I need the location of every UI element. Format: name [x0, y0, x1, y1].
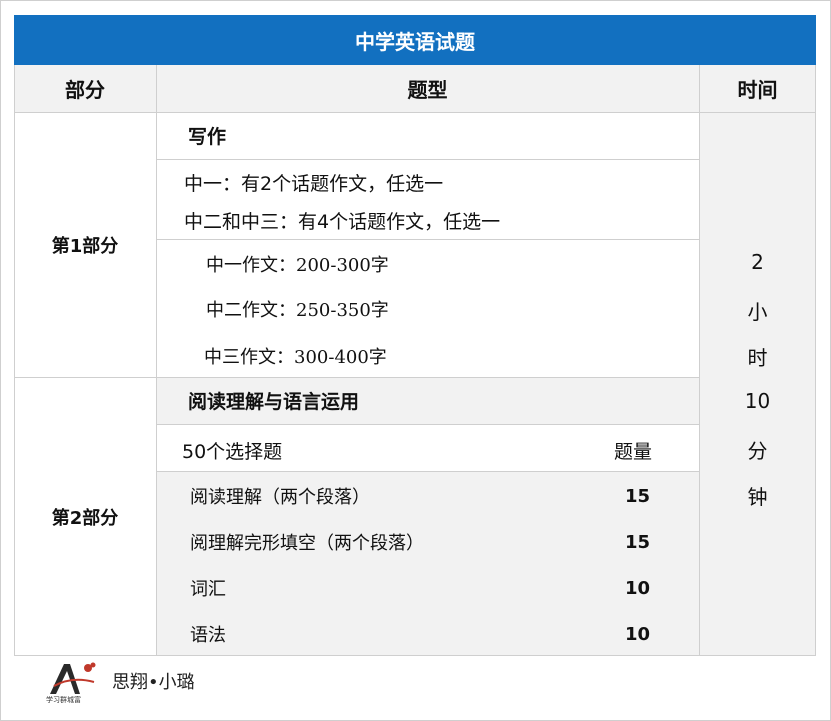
- time-char: 分: [747, 439, 768, 463]
- time-char: 2: [751, 250, 764, 274]
- grid-line: [14, 377, 699, 378]
- question-type-qty: 15: [625, 531, 651, 553]
- grid-line: [699, 65, 700, 656]
- grid-line: [815, 65, 816, 656]
- grid-line: [156, 471, 699, 472]
- time-char: 10: [744, 389, 771, 413]
- part1-length: 中一作文：200-300字: [206, 255, 389, 276]
- part1-section-title: 写作: [188, 126, 227, 148]
- part2-section-title: 阅读理解与语言运用: [188, 391, 360, 413]
- header-part: 部分: [14, 65, 156, 112]
- part1-rule: 中一：有2个话题作文，任选一: [184, 172, 444, 195]
- part2-subheader-label: 50个选择题: [182, 440, 283, 463]
- grid-line: [156, 424, 699, 425]
- question-type-name: 阅读理解（两个段落）: [190, 487, 370, 508]
- part1-rule: 中二和中三：有4个话题作文，任选一: [184, 210, 501, 233]
- header-type: 题型: [156, 65, 699, 112]
- time-char: 钟: [747, 485, 768, 509]
- time-column: 2 小 时 10 分 钟: [699, 112, 816, 656]
- grid-line: [156, 159, 699, 160]
- grid-line: [156, 239, 699, 240]
- question-type-qty: 15: [625, 485, 651, 507]
- logo-icon: 学习群城富: [46, 662, 96, 704]
- part2-subheader-qty: 题量: [614, 440, 653, 463]
- grid-line: [14, 112, 816, 113]
- question-type-name: 阅理解完形填空（两个段落）: [190, 533, 424, 554]
- part1-length: 中二作文：250-350字: [206, 300, 389, 321]
- header-time: 时间: [699, 65, 816, 112]
- question-type-name: 语法: [190, 625, 226, 646]
- question-type-qty: 10: [625, 623, 651, 645]
- part1-length: 中三作文：300-400字: [204, 347, 387, 368]
- exam-table: 中学英语试题 部分 题型 时间 第1部分 第2部分 写作 中一：有2个话题作文，…: [14, 15, 816, 656]
- signature: 思翔•小璐: [112, 672, 195, 693]
- question-type-name: 词汇: [190, 579, 226, 600]
- time-char: 小: [747, 300, 768, 324]
- part2-label: 第2部分: [51, 507, 119, 529]
- logo-text: 学习群城富: [46, 695, 81, 704]
- time-char: 时: [747, 346, 768, 370]
- question-type-qty: 10: [625, 577, 651, 599]
- grid-line: [14, 655, 816, 656]
- grid-line: [14, 65, 15, 656]
- table-title: 中学英语试题: [14, 15, 816, 65]
- part1-label: 第1部分: [51, 235, 119, 257]
- grid-line: [156, 65, 157, 656]
